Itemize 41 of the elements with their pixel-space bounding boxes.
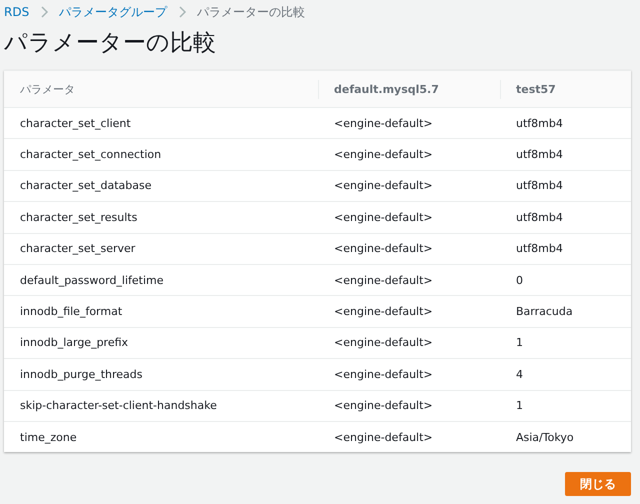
table-cell-text: 0 [515, 274, 524, 287]
table-cell-text: 4 [515, 368, 524, 381]
table-cell-text: character_set_server [19, 242, 136, 256]
breadcrumb-link[interactable]: パラメータグループ [59, 4, 168, 20]
close-button[interactable]: 閉じる [565, 472, 631, 496]
table-cell-text: time_zone [19, 430, 78, 444]
table-cell-text: <engine-default> [333, 274, 434, 287]
table-cell-text: utf8mb4 [515, 179, 564, 192]
breadcrumb-link[interactable]: RDS [4, 5, 30, 19]
table-cell-text: utf8mb4 [515, 116, 564, 130]
table-cell-text: <engine-default> [333, 368, 434, 381]
column-header: パラメータ [19, 82, 76, 96]
table-cell-text: <engine-default> [333, 148, 434, 162]
chevron-icon [39, 6, 50, 18]
table-cell-text: innodb_file_format [19, 305, 124, 318]
chevron-icon [177, 6, 188, 18]
table-cell-text: skip-character-set-client-handshake [19, 399, 218, 412]
table-cell-text: <engine-default> [333, 399, 434, 412]
table-cell-text: innodb_large_prefix [19, 336, 130, 350]
table-cell-text: utf8mb4 [515, 210, 564, 224]
table-cell-text: 1 [515, 399, 524, 412]
table-cell-text: <engine-default> [333, 116, 434, 130]
table-cell-text: <engine-default> [333, 210, 434, 224]
table-cell-text: default_password_lifetime [19, 274, 165, 287]
table-cell-text: character_set_client [19, 116, 132, 130]
table-cell-text: Asia/Tokyo [515, 430, 575, 444]
table-cell-text: Barracuda [515, 305, 574, 318]
table-cell-text: <engine-default> [333, 242, 434, 256]
page-title: パラメーターの比較 [4, 29, 216, 58]
table-cell-text: innodb_purge_threads [19, 368, 144, 381]
table-cell-text: 1 [515, 336, 524, 350]
breadcrumb-current: パラメーターの比較 [197, 4, 306, 20]
table-cell-text: utf8mb4 [515, 148, 564, 162]
table-cell-text: character_set_results [19, 210, 138, 224]
table-cell-text: utf8mb4 [515, 242, 564, 256]
table-cell-text: <engine-default> [333, 336, 434, 350]
table-cell-text: <engine-default> [333, 430, 434, 444]
table-cell-text: <engine-default> [333, 179, 434, 192]
table-cell-text: <engine-default> [333, 305, 434, 318]
table-cell-text: character_set_database [19, 179, 152, 192]
table-cell-text: character_set_connection [19, 148, 162, 162]
